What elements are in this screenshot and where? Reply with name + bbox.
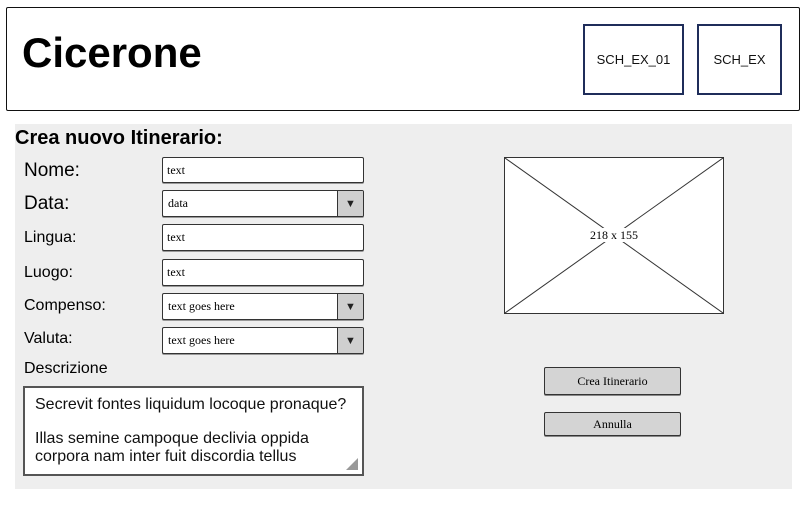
luogo-input[interactable]: text (162, 259, 364, 286)
sch-ex-button[interactable]: SCH_EX (697, 24, 782, 95)
form-title: Crea nuovo Itinerario: (15, 127, 223, 149)
data-label: Data: (24, 193, 70, 214)
valuta-select[interactable]: text goes here ▼ (162, 327, 364, 354)
lingua-label: Lingua: (24, 229, 77, 246)
app-title: Cicerone (22, 29, 202, 76)
lingua-input[interactable]: text (162, 224, 364, 251)
image-size-label: 218 x 155 (588, 228, 640, 242)
descrizione-label: Descrizione (24, 360, 108, 377)
sch-ex-01-button[interactable]: SCH_EX_01 (583, 24, 684, 95)
valuta-label: Valuta: (24, 330, 73, 347)
chevron-down-icon[interactable]: ▼ (337, 328, 363, 353)
data-select[interactable]: data ▼ (162, 190, 364, 217)
compenso-label: Compenso: (24, 297, 106, 314)
crea-itinerario-button[interactable]: Crea Itinerario (544, 367, 681, 395)
data-select-value: data (168, 196, 188, 210)
luogo-label: Luogo: (24, 264, 73, 281)
nome-label: Nome: (24, 160, 80, 181)
compenso-select-value: text goes here (168, 299, 235, 313)
compenso-select[interactable]: text goes here ▼ (162, 293, 364, 320)
descrizione-textarea[interactable]: Secrevit fontes liquidum locoque pronaqu… (23, 386, 364, 476)
chevron-down-icon[interactable]: ▼ (337, 191, 363, 216)
chevron-down-icon[interactable]: ▼ (337, 294, 363, 319)
descrizione-line: Illas semine campoque declivia oppida co… (35, 430, 309, 465)
nome-input[interactable]: text (162, 157, 364, 183)
descrizione-line: Secrevit fontes liquidum locoque pronaqu… (35, 396, 347, 413)
annulla-button[interactable]: Annulla (544, 412, 681, 436)
resize-grip-icon[interactable] (346, 458, 358, 470)
image-placeholder: 218 x 155 (504, 157, 724, 314)
valuta-select-value: text goes here (168, 333, 235, 347)
